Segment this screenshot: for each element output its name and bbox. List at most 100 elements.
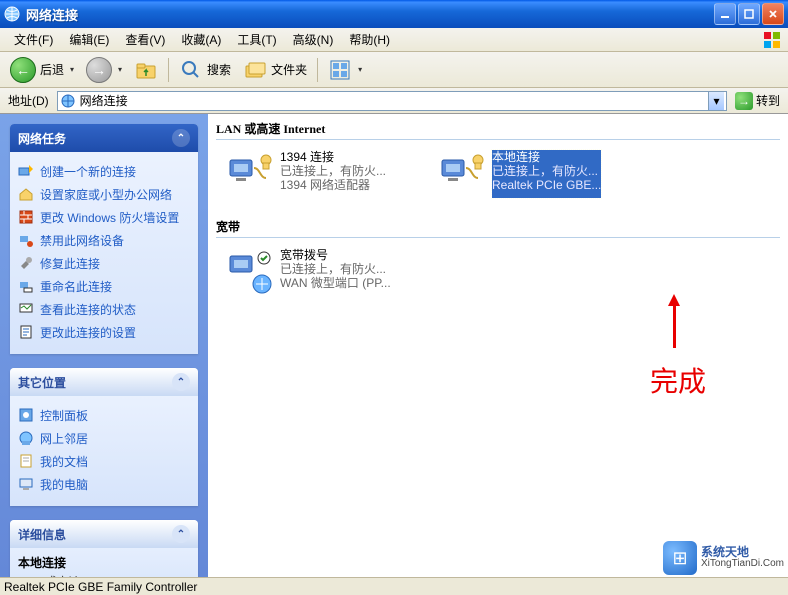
dropdown-icon: ▾: [118, 65, 122, 74]
maximize-button[interactable]: [738, 3, 760, 25]
connection-name: 本地连接: [492, 150, 601, 164]
repair-icon: [18, 255, 34, 271]
dropdown-icon: ▾: [358, 65, 362, 74]
place-my-computer[interactable]: 我的电脑: [18, 473, 190, 496]
place-my-documents[interactable]: 我的文档: [18, 450, 190, 473]
watermark-line1: 系统天地: [701, 546, 784, 558]
task-status[interactable]: 查看此连接的状态: [18, 298, 190, 321]
connection-name: 1394 连接: [280, 150, 386, 164]
annotation-text: 完成: [650, 360, 706, 400]
place-network-places[interactable]: 网上邻居: [18, 427, 190, 450]
group-header-broadband: 宽带: [216, 216, 780, 238]
back-label: 后退: [40, 61, 64, 78]
panel-header[interactable]: 详细信息 ⌃: [10, 520, 198, 548]
forward-arrow-icon: →: [86, 57, 112, 83]
network-icon: [60, 93, 76, 109]
search-button[interactable]: 搜索: [175, 56, 235, 84]
connection-device: 1394 网络适配器: [280, 178, 386, 192]
panel-details: 详细信息 ⌃ 本地连接 LAN 或高速 Internet: [10, 520, 198, 577]
menu-favorites[interactable]: 收藏(A): [173, 29, 229, 50]
new-connection-icon: [18, 163, 34, 179]
up-button[interactable]: [130, 56, 162, 84]
network-icon: [4, 6, 20, 22]
connection-device: WAN 微型端口 (PP...: [280, 276, 391, 290]
minimize-button[interactable]: [714, 3, 736, 25]
status-icon: [18, 301, 34, 317]
disable-icon: [18, 232, 34, 248]
status-text: Realtek PCIe GBE Family Controller: [4, 580, 197, 594]
place-control-panel[interactable]: 控制面板: [18, 404, 190, 427]
go-label: 转到: [756, 92, 780, 109]
back-button[interactable]: ← 后退 ▾: [6, 55, 78, 85]
folders-icon: [243, 58, 267, 82]
back-arrow-icon: ←: [10, 57, 36, 83]
address-label: 地址(D): [4, 92, 53, 109]
control-panel-icon: [18, 407, 34, 423]
go-arrow-icon: →: [735, 92, 753, 110]
connection-1394[interactable]: 1394 连接 已连接上，有防火... 1394 网络适配器: [224, 148, 424, 200]
close-button[interactable]: [762, 3, 784, 25]
menu-file[interactable]: 文件(F): [6, 29, 61, 50]
collapse-icon: ⌃: [172, 525, 190, 543]
connection-device: Realtek PCIe GBE...: [492, 178, 601, 192]
task-firewall[interactable]: 更改 Windows 防火墙设置: [18, 206, 190, 229]
menu-advanced[interactable]: 高级(N): [285, 29, 342, 50]
forward-button[interactable]: → ▾: [82, 55, 126, 85]
views-icon: [328, 58, 352, 82]
connection-status: 已连接上，有防火...: [492, 164, 601, 178]
panel-header[interactable]: 其它位置 ⌃: [10, 368, 198, 396]
connection-broadband[interactable]: 宽带拨号 已连接上，有防火... WAN 微型端口 (PP...: [224, 246, 424, 298]
watermark-badge-icon: ⊞: [663, 541, 697, 575]
home-network-icon: [18, 186, 34, 202]
task-disable[interactable]: 禁用此网络设备: [18, 229, 190, 252]
documents-icon: [18, 453, 34, 469]
go-button[interactable]: → 转到: [731, 91, 784, 111]
panel-network-tasks: 网络任务 ⌃ 创建一个新的连接 设置家庭或小型办公网络 更改 Windows 防…: [10, 124, 198, 354]
search-label: 搜索: [207, 61, 231, 78]
task-rename[interactable]: 重命名此连接: [18, 275, 190, 298]
computer-icon: [18, 476, 34, 492]
statusbar: Realtek PCIe GBE Family Controller: [0, 577, 788, 595]
watermark-line2: XiTongTianDi.Com: [701, 558, 784, 570]
sidebar: 网络任务 ⌃ 创建一个新的连接 设置家庭或小型办公网络 更改 Windows 防…: [0, 114, 208, 577]
folders-button[interactable]: 文件夹: [239, 56, 311, 84]
collapse-icon: ⌃: [172, 373, 190, 391]
menu-tools[interactable]: 工具(T): [229, 29, 284, 50]
connection-icon: [226, 248, 274, 296]
dropdown-icon: ▾: [70, 65, 74, 74]
menu-help[interactable]: 帮助(H): [341, 29, 398, 50]
watermark: ⊞ 系统天地 XiTongTianDi.Com: [663, 541, 784, 575]
group-header-lan: LAN 或高速 Internet: [216, 118, 780, 140]
network-places-icon: [18, 430, 34, 446]
views-button[interactable]: ▾: [324, 56, 366, 84]
address-value: 网络连接: [80, 92, 704, 109]
connection-icon: [226, 150, 274, 198]
folder-up-icon: [134, 58, 158, 82]
menu-view[interactable]: 查看(V): [117, 29, 173, 50]
toolbar: ← 后退 ▾ → ▾ 搜索 文件夹 ▾: [0, 52, 788, 88]
collapse-icon: ⌃: [172, 129, 190, 147]
menubar: 文件(F) 编辑(E) 查看(V) 收藏(A) 工具(T) 高级(N) 帮助(H…: [0, 28, 788, 52]
connection-local[interactable]: 本地连接 已连接上，有防火... Realtek PCIe GBE...: [436, 148, 636, 200]
titlebar: 网络连接: [0, 0, 788, 28]
connection-status: 已连接上，有防火...: [280, 262, 391, 276]
panel-header[interactable]: 网络任务 ⌃: [10, 124, 198, 152]
rename-icon: [18, 278, 34, 294]
content-pane: LAN 或高速 Internet 1394 连接 已连接上，有防火... 139…: [208, 114, 788, 577]
task-new-connection[interactable]: 创建一个新的连接: [18, 160, 190, 183]
folders-label: 文件夹: [271, 61, 307, 78]
connection-status: 已连接上，有防火...: [280, 164, 386, 178]
search-icon: [179, 58, 203, 82]
task-repair[interactable]: 修复此连接: [18, 252, 190, 275]
windows-flag-icon: [762, 30, 782, 50]
address-dropdown-button[interactable]: ▾: [708, 92, 724, 110]
firewall-icon: [18, 209, 34, 225]
task-properties[interactable]: 更改此连接的设置: [18, 321, 190, 344]
task-home-network[interactable]: 设置家庭或小型办公网络: [18, 183, 190, 206]
connection-name: 宽带拨号: [280, 248, 391, 262]
window-title: 网络连接: [26, 5, 714, 24]
menu-edit[interactable]: 编辑(E): [61, 29, 117, 50]
properties-icon: [18, 324, 34, 340]
address-field[interactable]: 网络连接 ▾: [57, 91, 727, 111]
annotation-arrow: [668, 294, 680, 348]
